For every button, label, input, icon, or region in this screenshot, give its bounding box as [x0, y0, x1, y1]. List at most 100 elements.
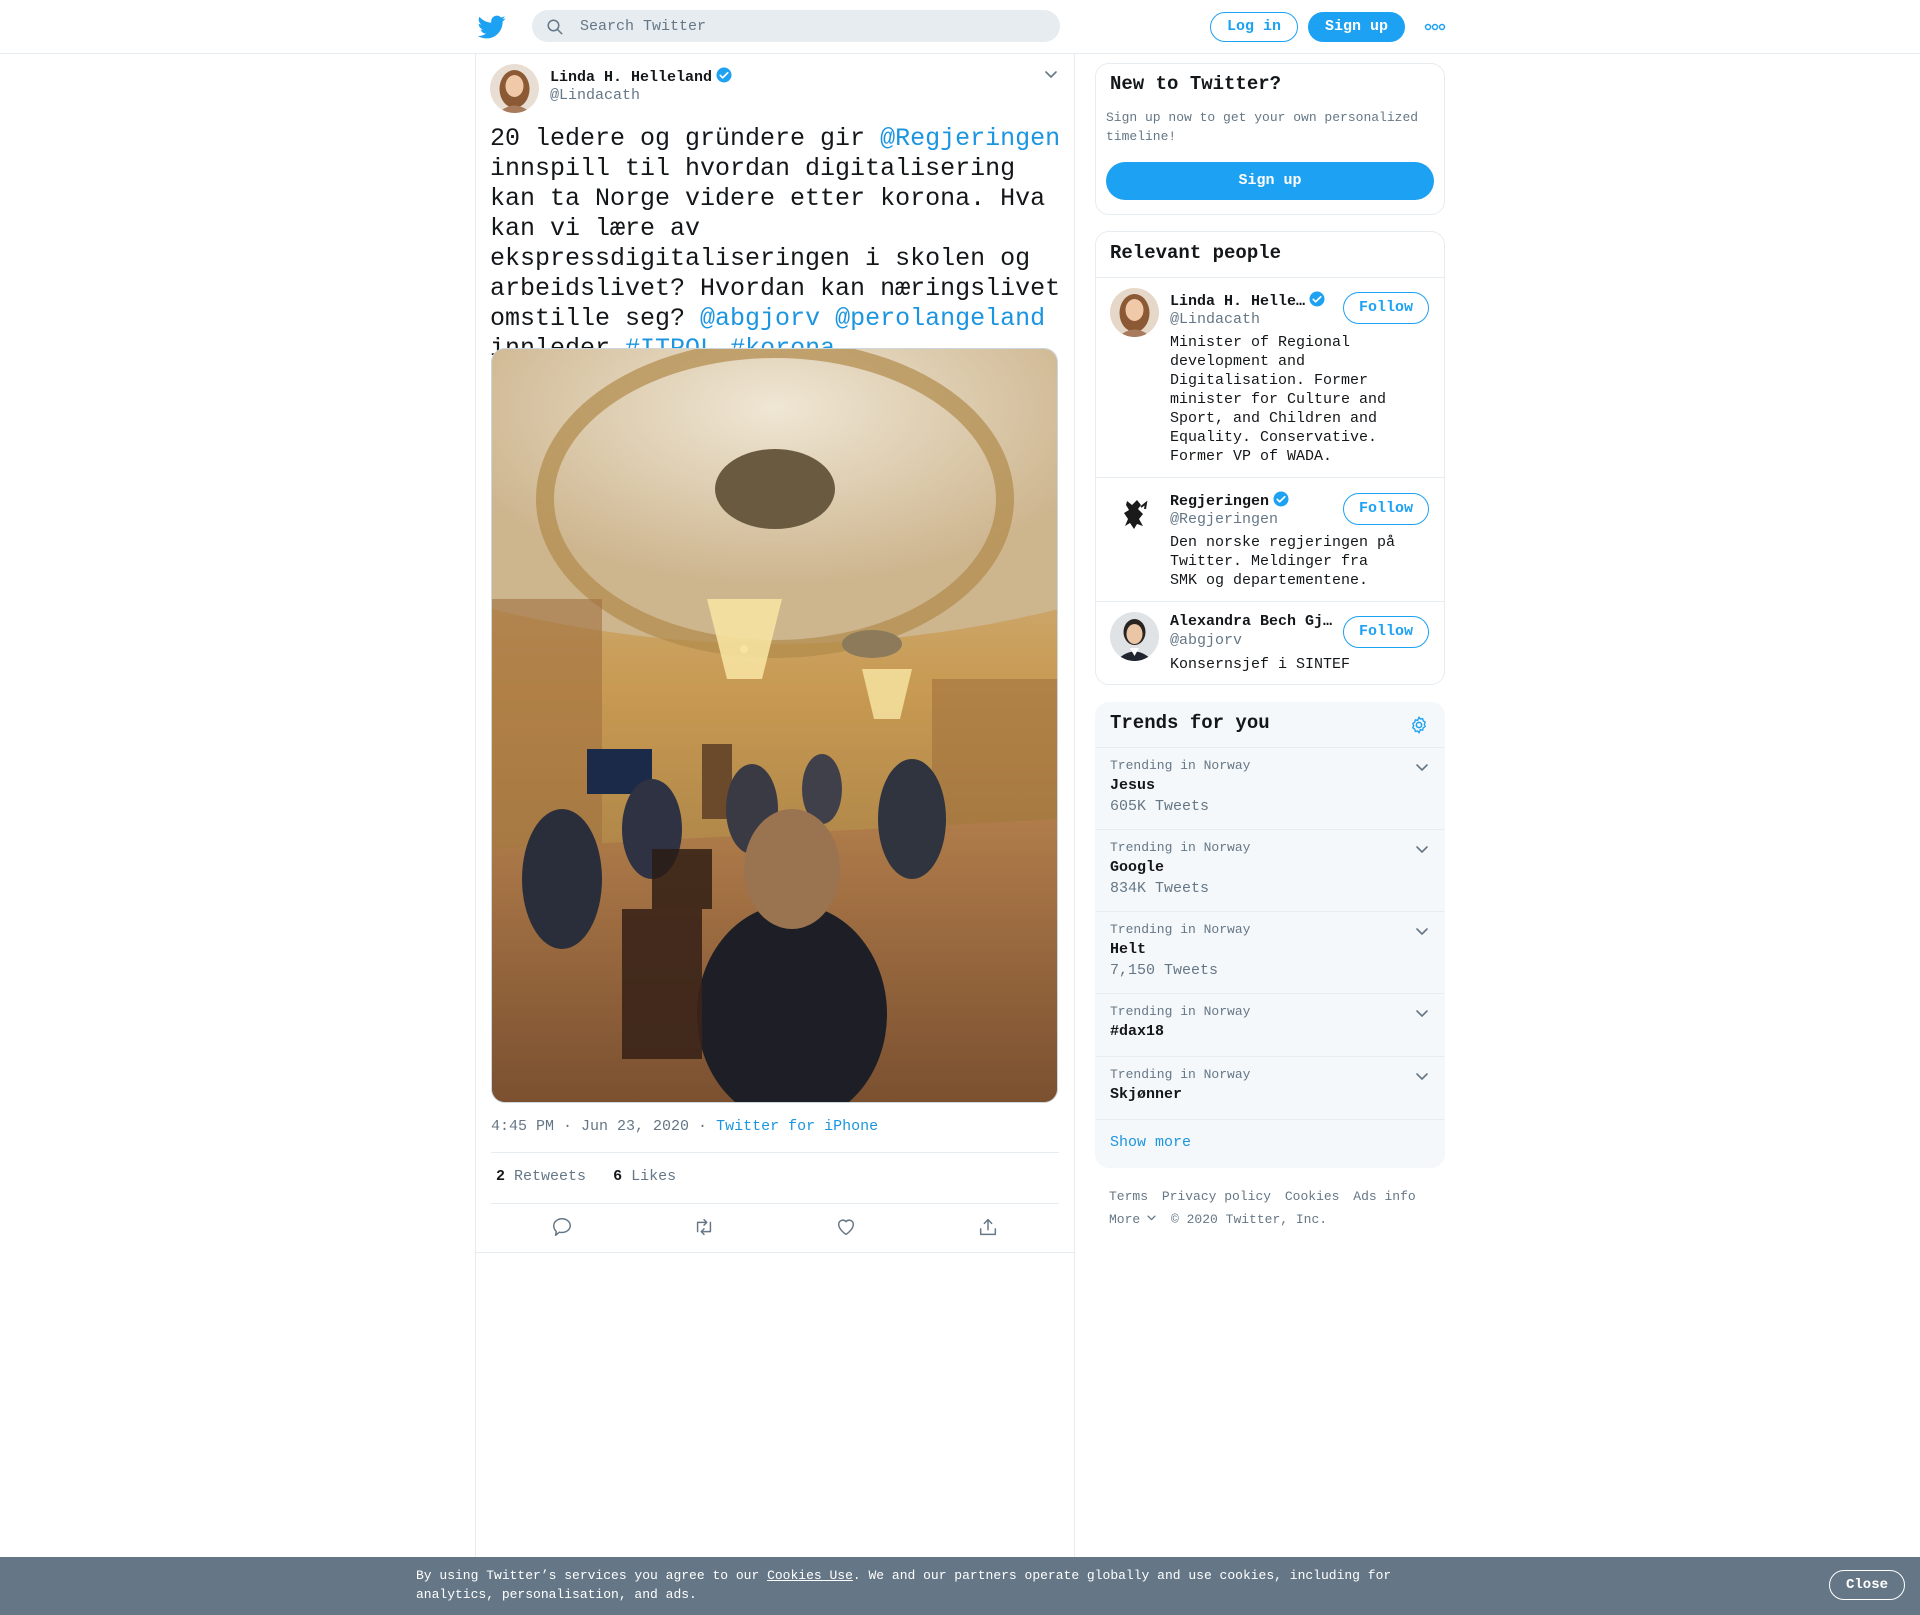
footer-link-terms[interactable]: Terms	[1109, 1189, 1148, 1204]
person-avatar[interactable]	[1110, 489, 1159, 538]
likes-stat[interactable]: 6 Likes	[613, 1168, 676, 1185]
person-name[interactable]: Linda H. Helle…	[1170, 290, 1326, 310]
mention-link[interactable]: @perolangeland	[835, 304, 1045, 333]
chevron-down-icon[interactable]	[1414, 1068, 1430, 1084]
trend-name[interactable]: Google	[1110, 859, 1164, 876]
divider	[1096, 911, 1444, 912]
footer-more-button[interactable]: More	[1109, 1212, 1157, 1227]
trend-name[interactable]: #dax18	[1110, 1023, 1164, 1040]
person-avatar[interactable]	[1110, 612, 1159, 661]
follow-button[interactable]: Follow	[1343, 292, 1429, 324]
divider	[1096, 1119, 1444, 1120]
retweets-stat[interactable]: 2 Retweets	[496, 1168, 586, 1185]
new-to-twitter-title: New to Twitter?	[1110, 73, 1282, 95]
chevron-down-icon[interactable]	[1043, 66, 1059, 82]
trends-title: Trends for you	[1110, 712, 1270, 734]
tweet-timestamp[interactable]: 4:45 PM · Jun 23, 2020	[491, 1118, 689, 1135]
search-box[interactable]	[532, 10, 1060, 42]
person-bio: Konsernsjef i SINTEF	[1170, 656, 1351, 673]
reply-icon[interactable]	[551, 1216, 573, 1238]
author-name[interactable]: Linda H. Helleland	[550, 66, 733, 86]
search-input[interactable]	[580, 10, 1040, 42]
verified-badge-icon	[1273, 491, 1289, 507]
footer-link-ads-info[interactable]: Ads info	[1353, 1189, 1415, 1204]
retweet-icon[interactable]	[693, 1216, 715, 1238]
trend-context: Trending in Norway	[1110, 840, 1251, 855]
person-name[interactable]: Regjeringen	[1170, 490, 1290, 510]
verified-badge-icon	[1309, 291, 1325, 307]
cookies-use-link[interactable]: Cookies Use	[767, 1568, 853, 1583]
search-icon	[547, 19, 563, 35]
divider	[1096, 601, 1444, 602]
trend-context: Trending in Norway	[1110, 1067, 1251, 1082]
tweet-text-segment	[820, 304, 835, 333]
footer-link-cookies[interactable]: Cookies	[1285, 1189, 1340, 1204]
chevron-down-icon	[1147, 1215, 1156, 1221]
divider	[491, 1152, 1059, 1153]
chevron-down-icon[interactable]	[1414, 759, 1430, 775]
person-bio: Den norske regjeringen på Twitter. Meldi…	[1170, 534, 1396, 589]
retweets-count: 2	[496, 1168, 506, 1185]
trend-name[interactable]: Jesus	[1110, 777, 1155, 794]
tweet-photo[interactable]	[491, 348, 1058, 1103]
person-handle[interactable]: @Lindacath	[1170, 311, 1260, 328]
more-dots-icon[interactable]	[1424, 20, 1446, 34]
top-navigation-bar: Log in Sign up	[0, 0, 1920, 54]
chevron-down-icon[interactable]	[1414, 923, 1430, 939]
trends-card: Trends for you Trending in Norway Jesus …	[1095, 702, 1445, 1168]
person-name[interactable]: Alexandra Bech Gj…	[1170, 613, 1332, 630]
divider	[1096, 477, 1444, 478]
likes-label: Likes	[631, 1168, 677, 1185]
follow-button[interactable]: Follow	[1343, 493, 1429, 525]
tweet-meta: 4:45 PM · Jun 23, 2020 · Twitter for iPh…	[491, 1118, 878, 1135]
share-icon[interactable]	[977, 1216, 999, 1238]
sidebar-footer: Terms Privacy policy Cookies Ads info Mo…	[1109, 1185, 1439, 1231]
chevron-down-icon[interactable]	[1414, 841, 1430, 857]
trend-context: Trending in Norway	[1110, 1004, 1251, 1019]
chevron-down-icon[interactable]	[1414, 1005, 1430, 1021]
relevant-people-card: Relevant people Linda H. Helle… @Lindaca…	[1095, 231, 1445, 685]
tweet-text-segment: 20 ledere og gründere gir	[490, 124, 881, 153]
divider	[476, 1252, 1074, 1253]
cookie-banner: By using Twitter’s services you agree to…	[0, 1557, 1920, 1615]
login-button[interactable]: Log in	[1210, 12, 1298, 42]
close-cookie-banner-button[interactable]: Close	[1829, 1570, 1905, 1600]
trend-name[interactable]: Skjønner	[1110, 1086, 1182, 1103]
mention-link[interactable]: @Regjeringen	[880, 124, 1060, 153]
cookie-text: By using Twitter’s services you agree to…	[416, 1566, 1416, 1604]
new-to-twitter-card: New to Twitter? Sign up now to get your …	[1095, 63, 1445, 215]
copyright: © 2020 Twitter, Inc.	[1171, 1212, 1328, 1227]
divider	[1096, 993, 1444, 994]
tweet-source-link[interactable]: Twitter for iPhone	[716, 1118, 878, 1135]
author-name-text[interactable]: Linda H. Helleland	[550, 69, 712, 86]
person-handle[interactable]: @abgjorv	[1170, 632, 1242, 649]
trend-count: 834K Tweets	[1110, 880, 1210, 897]
person-handle[interactable]: @Regjeringen	[1170, 511, 1278, 528]
follow-button[interactable]: Follow	[1343, 616, 1429, 648]
show-more-link[interactable]: Show more	[1110, 1134, 1191, 1151]
trend-name[interactable]: Helt	[1110, 941, 1146, 958]
person-name-text[interactable]: Linda H. Helle…	[1170, 293, 1305, 310]
twitter-logo-icon[interactable]	[478, 13, 506, 41]
footer-link-privacy[interactable]: Privacy policy	[1162, 1189, 1271, 1204]
like-icon[interactable]	[835, 1216, 857, 1238]
cookie-text-start: By using Twitter’s services you agree to…	[416, 1568, 768, 1583]
new-to-twitter-description: Sign up now to get your own personalized…	[1106, 110, 1419, 144]
person-name-text[interactable]: Regjeringen	[1170, 493, 1269, 510]
footer-more-label[interactable]: More	[1109, 1212, 1140, 1227]
relevant-people-title: Relevant people	[1110, 242, 1282, 264]
tweet-text: 20 ledere og gründere gir @Regjeringen i…	[490, 124, 1062, 364]
author-handle[interactable]: @Lindacath	[550, 87, 640, 104]
trend-context: Trending in Norway	[1110, 922, 1251, 937]
trend-count: 605K Tweets	[1110, 798, 1210, 815]
sidebar-signup-button[interactable]: Sign up	[1106, 162, 1434, 200]
person-avatar[interactable]	[1110, 288, 1159, 337]
divider	[1096, 277, 1444, 278]
signup-button[interactable]: Sign up	[1308, 12, 1405, 42]
mention-link[interactable]: @abgjorv	[700, 304, 820, 333]
tweet-stats: 2 Retweets 6 Likes	[496, 1168, 676, 1185]
likes-count: 6	[613, 1168, 623, 1185]
verified-badge-icon	[716, 67, 732, 83]
gear-icon[interactable]	[1409, 715, 1429, 735]
author-avatar[interactable]	[490, 64, 539, 113]
